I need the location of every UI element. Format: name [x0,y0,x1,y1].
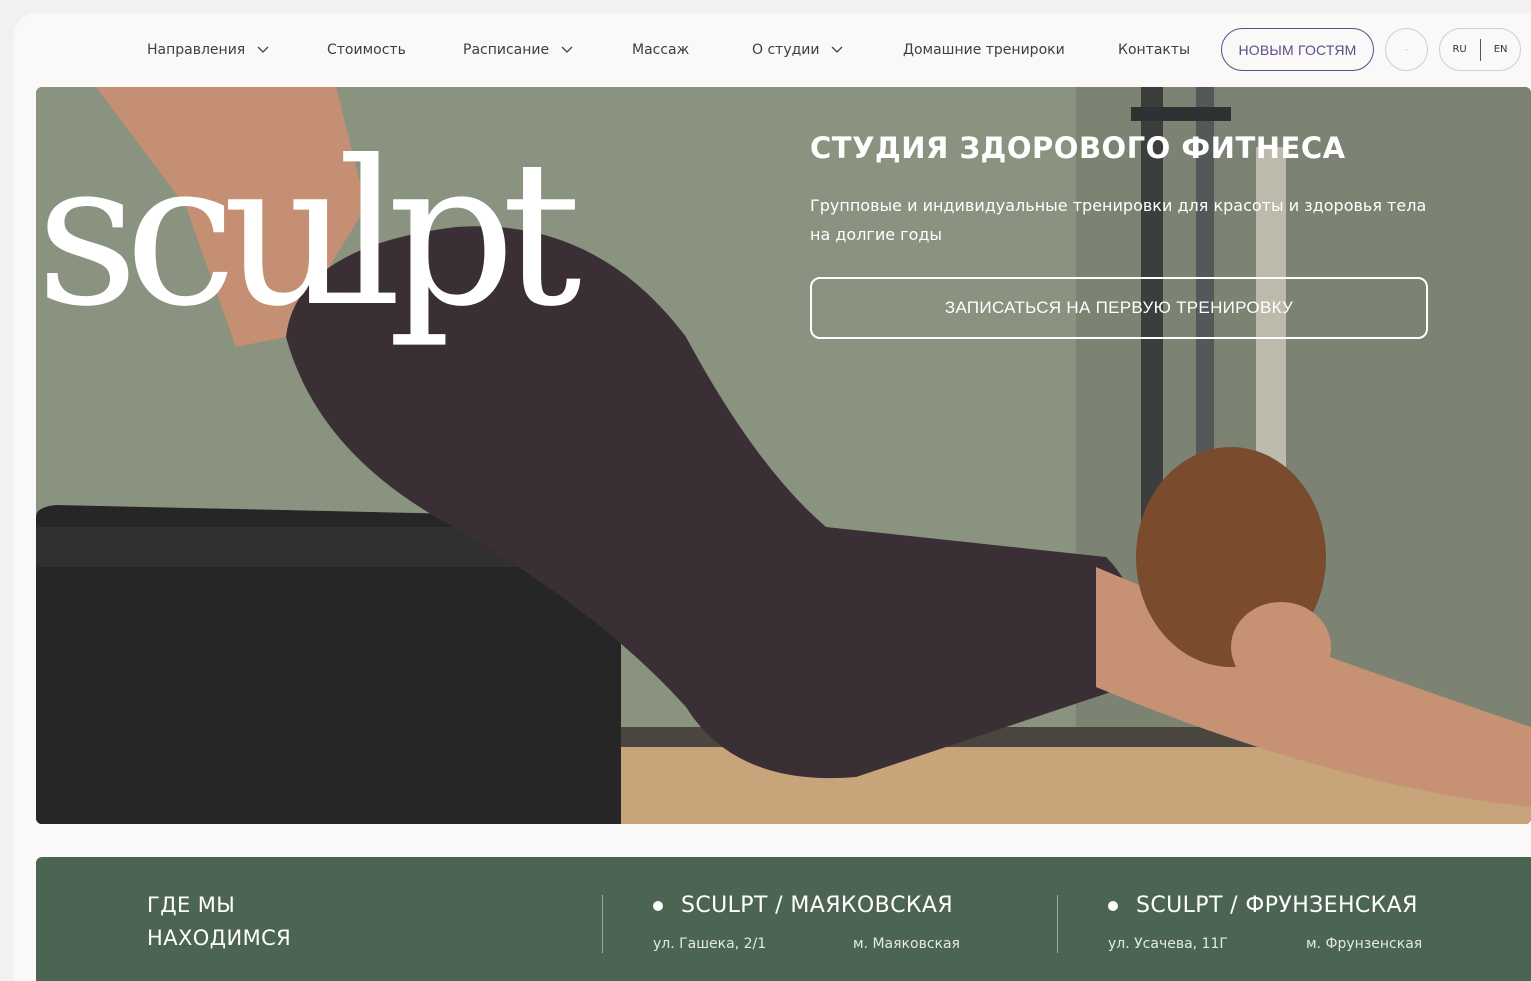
nav-item-schedule[interactable]: Расписание [463,28,573,72]
studio-frunzenskaya-name[interactable]: SCULPT / ФРУНЗЕНСКАЯ [1108,893,1418,918]
hero-banner: sculpt СТУДИЯ ЗДОРОВОГО ФИТНЕСА Групповы… [36,87,1531,824]
divider [1057,895,1058,953]
hero-subtitle: Групповые и индивидуальные тренировки дл… [810,196,1427,244]
nav-item-massage[interactable]: Массаж [632,28,689,72]
lang-en-button[interactable]: EN [1494,44,1508,55]
nav-item-about[interactable]: О студии [752,28,843,72]
hero-title: СТУДИЯ ЗДОРОВОГО ФИТНЕСА [810,131,1346,165]
studio-metro: м. Маяковская [853,936,960,952]
language-switcher: RU EN [1439,28,1521,71]
nav-item-label: Стоимость [327,42,406,58]
chevron-down-icon [257,46,269,53]
studio-metro: м. Фрунзенская [1306,936,1423,952]
nav-item-home-workouts[interactable]: Домашние тренироки [903,28,1065,72]
locations-heading-line2: НАХОДИМСЯ [147,926,292,950]
new-guests-button[interactable]: НОВЫМ ГОСТЯМ [1221,28,1374,71]
lang-ru-button[interactable]: RU [1452,44,1466,55]
studio-address: ул. Гашека, 2/1 [653,936,767,952]
circle-button[interactable]: - [1385,28,1428,71]
locations-heading: ГДЕ МЫ НАХОДИМСЯ [147,889,291,955]
nav-item-label: Направления [147,42,246,58]
studio-address: ул. Усачева, 11Г [1108,936,1228,952]
nav-item-directions[interactable]: Направления [147,28,269,72]
locations-heading-line1: ГДЕ МЫ [147,893,236,917]
book-first-training-button[interactable]: ЗАПИСАТЬСЯ НА ПЕРВУЮ ТРЕНИРОВКУ [810,277,1428,339]
chevron-down-icon [832,46,843,53]
locations-section: ГДЕ МЫ НАХОДИМСЯ SCULPT / МАЯКОВСКАЯ ул.… [36,857,1531,981]
nav-item-label: Контакты [1118,42,1191,58]
location-dot-icon [1108,900,1118,911]
studio-name: SCULPT / МАЯКОВСКАЯ [681,893,954,918]
nav-item-contacts[interactable]: Контакты [1118,28,1190,72]
brand-logo: sculpt [36,118,582,351]
studio-name: SCULPT / ФРУНЗЕНСКАЯ [1136,893,1418,918]
nav-item-label: Расписание [463,42,550,58]
chevron-down-icon [561,46,573,53]
divider [602,895,603,953]
location-dot-icon [653,900,663,911]
nav-item-pricing[interactable]: Стоимость [327,28,406,72]
studio-mayakovskaya-name[interactable]: SCULPT / МАЯКОВСКАЯ [653,893,953,918]
nav-item-label: Домашние тренироки [903,42,1065,58]
lang-divider [1479,38,1481,61]
nav-item-label: О студии [752,42,820,58]
nav-item-label: Массаж [632,42,690,58]
